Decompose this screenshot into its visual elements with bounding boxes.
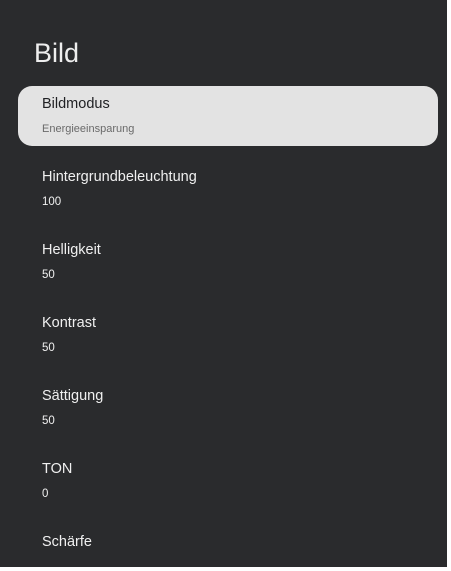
- menu-item-bildmodus[interactable]: Bildmodus Energieeinsparung: [18, 86, 438, 146]
- menu-item-saettigung[interactable]: Sättigung 50: [18, 378, 438, 438]
- menu-item-label: Kontrast: [42, 315, 96, 331]
- menu-item-label: Hintergrundbeleuchtung: [42, 169, 197, 185]
- menu-item-label: Helligkeit: [42, 242, 101, 258]
- menu-item-value: 50: [42, 269, 55, 281]
- menu-item-label: Bildmodus: [42, 96, 110, 112]
- menu-item-label: TON: [42, 461, 73, 477]
- menu-item-ton[interactable]: TON 0: [18, 451, 438, 511]
- page-title: Bild: [34, 38, 80, 68]
- settings-panel: Bild Bildmodus Energieeinsparung Hinterg…: [0, 0, 447, 567]
- menu-item-kontrast[interactable]: Kontrast 50: [18, 305, 438, 365]
- menu-item-label: Sättigung: [42, 388, 104, 404]
- menu-item-value: Energieeinsparung: [42, 123, 135, 135]
- menu-item-value: 100: [42, 196, 62, 208]
- menu-item-value: 50: [42, 342, 55, 354]
- menu-item-value: 50: [42, 415, 55, 427]
- menu-item-value: 0: [42, 488, 49, 500]
- menu-item-hintergrundbeleuchtung[interactable]: Hintergrundbeleuchtung 100: [18, 159, 438, 219]
- menu-item-schaerfe[interactable]: Schärfe: [18, 524, 438, 564]
- menu-item-helligkeit[interactable]: Helligkeit 50: [18, 232, 438, 292]
- menu-item-label: Schärfe: [42, 534, 92, 550]
- settings-menu: Bildmodus Energieeinsparung Hintergrundb…: [18, 86, 438, 567]
